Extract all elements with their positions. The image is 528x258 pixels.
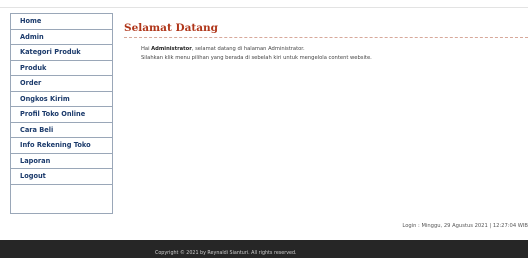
greeting-suffix: , selamat datang di halaman Administrato… bbox=[191, 46, 305, 52]
sidebar-item-produk[interactable]: Produk bbox=[11, 61, 112, 76]
login-timestamp: Login : Minggu, 29 Agustus 2021 | 12:27:… bbox=[402, 223, 528, 229]
sidebar-item-cara-beli[interactable]: Cara Beli bbox=[11, 123, 112, 138]
admin-page: Home Admin Kategori Produk Produk Order … bbox=[0, 0, 528, 258]
copyright-text: Copyright © 2021 by Reynaldi Sianturi. A… bbox=[155, 251, 297, 256]
main-content: Selamat Datang Hai Administrator, selama… bbox=[124, 22, 528, 62]
sidebar-item-home[interactable]: Home bbox=[11, 14, 112, 30]
sidebar-item-admin[interactable]: Admin bbox=[11, 30, 112, 45]
greeting-prefix: Hai bbox=[141, 46, 152, 52]
instruction-text: Silahkan klik menu pilihan yang berada d… bbox=[141, 54, 372, 61]
page-title: Selamat Datang bbox=[124, 22, 528, 38]
sidebar-item-kategori-produk[interactable]: Kategori Produk bbox=[11, 45, 112, 61]
sidebar-item-laporan[interactable]: Laporan bbox=[11, 154, 112, 169]
footer: Copyright © 2021 by Reynaldi Sianturi. A… bbox=[0, 240, 528, 258]
sidebar-item-ongkos-kirim[interactable]: Ongkos Kirim bbox=[11, 92, 112, 107]
top-divider bbox=[0, 7, 528, 8]
sidebar-item-profil-toko-online[interactable]: Profil Toko Online bbox=[11, 107, 112, 123]
sidebar-item-logout[interactable]: Logout bbox=[11, 169, 112, 185]
sidebar-menu: Home Admin Kategori Produk Produk Order … bbox=[10, 13, 113, 214]
sidebar-item-info-rekening-toko[interactable]: Info Rekening Toko bbox=[11, 138, 112, 154]
welcome-message: Hai Administrator, selamat datang di hal… bbox=[141, 45, 528, 62]
user-name: Administrator bbox=[151, 46, 192, 52]
sidebar-item-order[interactable]: Order bbox=[11, 76, 112, 92]
sidebar-empty-space bbox=[11, 185, 112, 214]
